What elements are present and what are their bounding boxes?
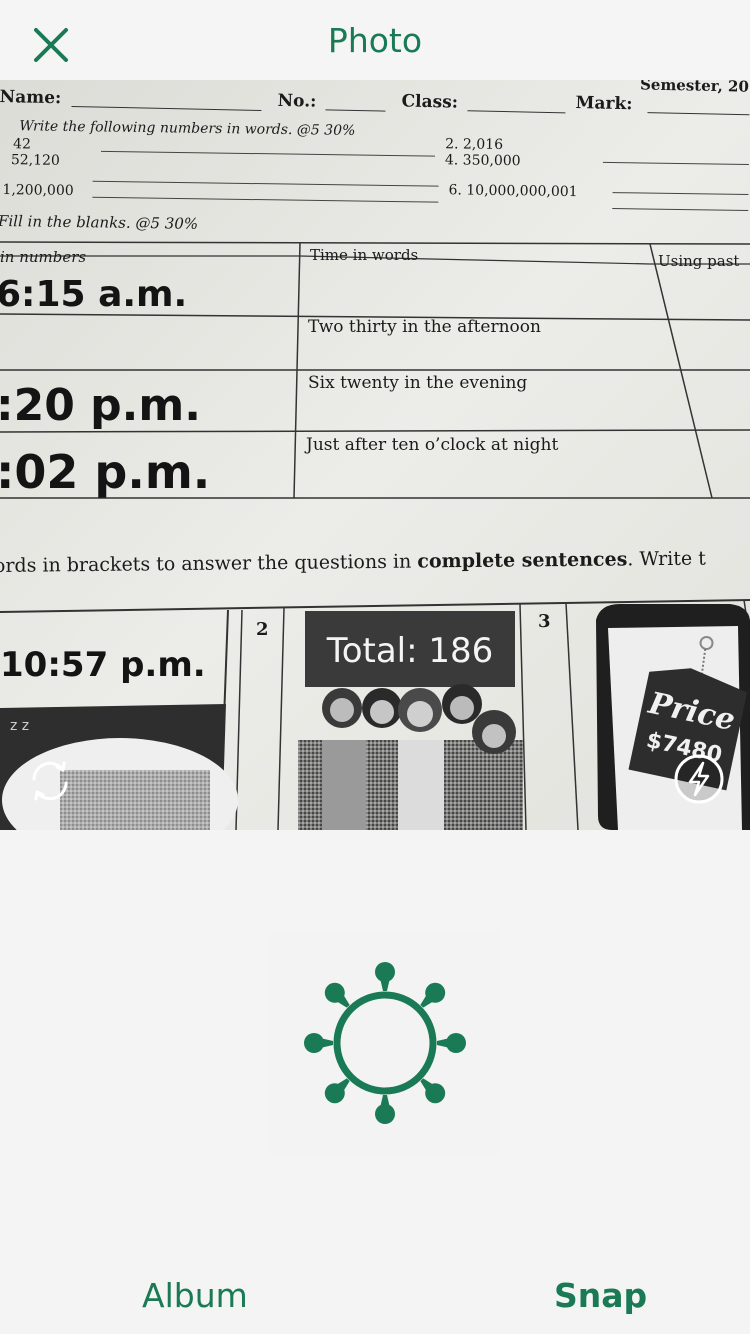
class-field-label: Class: <box>401 91 458 112</box>
panel2-total: Total: 186 <box>326 631 494 671</box>
svg-text:z z: z z <box>10 718 29 734</box>
top-bar: Photo <box>0 0 750 80</box>
table-header: Time in words <box>310 246 418 264</box>
camera-preview: Name: No.: Class: Mark: Semester, 201 Wr… <box>0 80 750 830</box>
switch-camera-button[interactable] <box>24 755 76 807</box>
semester-fragment: Semester, 201 <box>640 80 750 96</box>
table-cell-words: Six twenty in the evening <box>308 373 527 393</box>
flash-icon <box>674 754 724 804</box>
table-cell-numbers: :02 p.m. <box>0 445 210 499</box>
table-cell-numbers: :20 p.m. <box>0 380 201 431</box>
page-title: Photo <box>327 21 423 60</box>
worksheet-photo: Name: No.: Class: Mark: Semester, 201 Wr… <box>0 80 750 830</box>
close-icon <box>34 28 68 62</box>
section2-instruction: Fill in the blanks. @5 30% <box>0 212 198 233</box>
panel2-number: 2 <box>256 619 269 640</box>
snap-button[interactable]: Snap <box>554 1270 647 1322</box>
sun-shutter-icon <box>304 962 466 1124</box>
no-field-label: No.: <box>277 91 316 112</box>
table-cell-numbers: 6:15 a.m. <box>0 274 187 315</box>
close-button[interactable] <box>28 22 74 68</box>
album-button[interactable]: Album <box>142 1270 248 1322</box>
table-cell-words: Two thirty in the afternoon <box>308 317 541 337</box>
mark-field-label: Mark: <box>575 93 632 114</box>
table-cell-words: Just after ten o’clock at night <box>304 435 558 455</box>
flash-toggle-button[interactable] <box>672 752 726 806</box>
panel3-number: 3 <box>538 611 551 632</box>
number-item: 42 <box>13 136 31 152</box>
number-item: 52,120 <box>11 152 60 169</box>
panel1-time: 10:57 p.m. <box>0 645 206 685</box>
switch-camera-icon <box>32 761 68 801</box>
number-item: 4. 350,000 <box>445 152 521 169</box>
number-item: 2. 2,016 <box>445 136 503 153</box>
table-header: in numbers <box>0 248 86 266</box>
table-header: Using past <box>658 252 739 270</box>
name-field-label: Name: <box>0 87 61 108</box>
shutter-button[interactable] <box>270 930 500 1155</box>
number-item: 1,200,000 <box>2 182 73 199</box>
number-item: 6. 10,000,000,001 <box>448 182 577 200</box>
